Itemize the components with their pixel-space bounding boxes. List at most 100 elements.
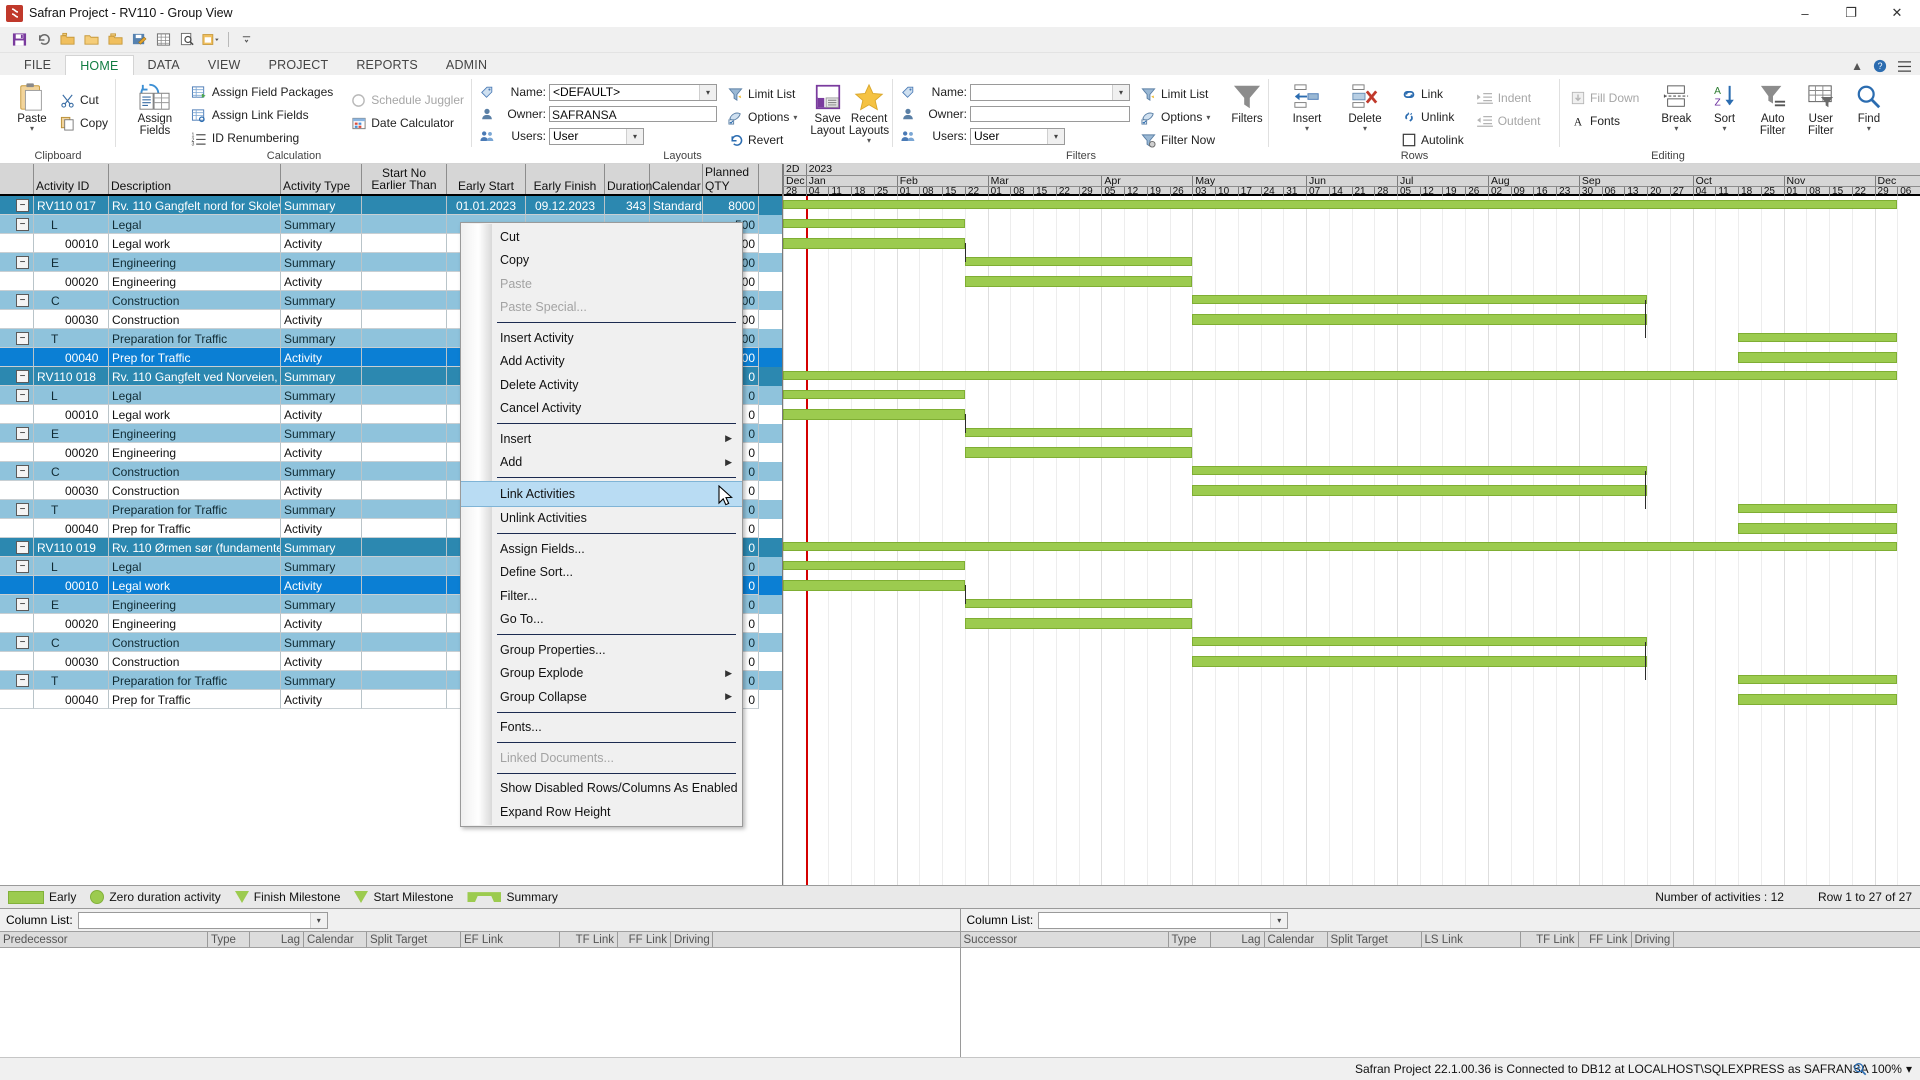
cell-id[interactable]: 00020 (34, 272, 109, 291)
cell-type[interactable]: Summary (281, 424, 362, 443)
cell-exp[interactable]: − (0, 196, 34, 215)
cell-exp[interactable] (0, 405, 34, 424)
recent-layouts-button[interactable]: Recent Layouts ▾ (847, 79, 891, 147)
gantt-bar[interactable] (964, 599, 1193, 608)
recent-layouts-caret[interactable]: ▾ (867, 137, 871, 145)
predecessor-table-body[interactable] (0, 948, 960, 1057)
cell-snet[interactable] (362, 348, 447, 367)
collapse-expander-icon[interactable]: − (16, 465, 29, 478)
cell-snet[interactable] (362, 329, 447, 348)
cell-id[interactable]: RV110 017 (34, 196, 109, 215)
predecessor-header-ff-link[interactable]: FF Link (618, 932, 671, 948)
cell-type[interactable]: Activity (281, 443, 362, 462)
menu-item-link-activities[interactable]: Link Activities (461, 481, 742, 507)
column-header-dur[interactable]: Duration (605, 164, 652, 194)
cell-snet[interactable] (362, 614, 447, 633)
collapse-expander-icon[interactable]: − (16, 636, 29, 649)
cell-type[interactable]: Summary (281, 462, 362, 481)
collapse-expander-icon[interactable]: − (16, 541, 29, 554)
cell-id[interactable]: 00040 (34, 690, 109, 709)
menu-item-expand-row-height[interactable]: Expand Row Height (461, 800, 742, 824)
filter-owner-input[interactable] (970, 106, 1130, 122)
cell-exp[interactable] (0, 481, 34, 500)
cell-id[interactable]: C (34, 633, 109, 652)
cell-type[interactable]: Summary (281, 215, 362, 234)
export-icon[interactable] (200, 29, 222, 50)
layouts-options-button[interactable]: Options ▾ (725, 106, 802, 128)
insert-caret[interactable]: ▾ (1305, 125, 1309, 133)
cell-snet[interactable] (362, 196, 447, 215)
delete-caret[interactable]: ▾ (1363, 125, 1367, 133)
table-icon[interactable] (152, 29, 174, 50)
cell-id[interactable]: 00030 (34, 481, 109, 500)
cell-desc[interactable]: Legal work (109, 576, 281, 595)
menu-item-group-collapse[interactable]: Group Collapse ▶ (461, 685, 742, 709)
cell-desc[interactable]: Construction (109, 652, 281, 671)
cell-exp[interactable] (0, 690, 34, 709)
layouts-limit-list-button[interactable]: Limit List (725, 83, 802, 105)
cell-desc[interactable]: Legal (109, 386, 281, 405)
tab-project[interactable]: PROJECT (255, 55, 343, 75)
chevron-down-icon[interactable]: ▾ (1270, 912, 1288, 928)
cell-exp[interactable]: − (0, 557, 34, 576)
cell-snet[interactable] (362, 557, 447, 576)
column-header-type[interactable]: Activity Type (281, 164, 362, 194)
zoom-caret[interactable]: ▾ (1906, 1062, 1912, 1076)
cell-desc[interactable]: Rv. 110 Gangfelt ved Norveien, Kar (109, 367, 281, 386)
cell-id[interactable]: T (34, 329, 109, 348)
predecessor-header-split-target[interactable]: Split Target (367, 932, 461, 948)
qat-more-icon[interactable] (235, 29, 257, 50)
menu-item-cut[interactable]: Cut (461, 225, 742, 249)
gantt-bar[interactable] (783, 542, 1898, 551)
tab-admin[interactable]: ADMIN (432, 55, 501, 75)
cell-snet[interactable] (362, 386, 447, 405)
cell-exp[interactable] (0, 652, 34, 671)
gantt-bar[interactable] (1192, 656, 1648, 667)
cell-id[interactable]: 00020 (34, 443, 109, 462)
cell-exp[interactable]: − (0, 538, 34, 557)
sort-caret[interactable]: ▾ (1723, 125, 1727, 133)
cell-desc[interactable]: Legal (109, 557, 281, 576)
gantt-bar[interactable] (964, 257, 1193, 266)
column-header-qty[interactable]: Planned QTY (703, 164, 759, 194)
cell-type[interactable]: Summary (281, 538, 362, 557)
menu-icon[interactable] (1897, 60, 1912, 73)
filter-users-combo[interactable]: User ▾ (970, 127, 1065, 145)
gantt-bar[interactable] (783, 390, 965, 399)
tab-view[interactable]: VIEW (194, 55, 255, 75)
cell-type[interactable]: Summary (281, 196, 362, 215)
cell-snet[interactable] (362, 234, 447, 253)
collapse-expander-icon[interactable]: − (16, 256, 29, 269)
cell-exp[interactable] (0, 310, 34, 329)
cell-desc[interactable]: Legal work (109, 234, 281, 253)
cell-id[interactable]: 00030 (34, 310, 109, 329)
gantt-bar[interactable] (783, 238, 965, 249)
cell-type[interactable]: Summary (281, 500, 362, 519)
copy-button[interactable]: Copy (57, 112, 113, 134)
zoom-control[interactable]: 100% ▾ (1853, 1062, 1912, 1076)
cell-desc[interactable]: Prep for Traffic (109, 690, 281, 709)
cell-exp[interactable]: − (0, 253, 34, 272)
cell-desc[interactable]: Construction (109, 633, 281, 652)
cell-snet[interactable] (362, 291, 447, 310)
menu-item-add-activity[interactable]: Add Activity (461, 350, 742, 374)
gantt-chart[interactable]: 2D 2023 Dec Jan Feb Mar Apr May Jun Jul Aug Sep Oct… (783, 164, 1920, 886)
cell-desc[interactable]: Engineering (109, 595, 281, 614)
cell-snet[interactable] (362, 215, 447, 234)
cell-snet[interactable] (362, 424, 447, 443)
cell-type[interactable]: Activity (281, 234, 362, 253)
cell-desc[interactable]: Engineering (109, 614, 281, 633)
cell-exp[interactable] (0, 519, 34, 538)
assign-link-fields-button[interactable]: Assign Link Fields (189, 104, 338, 126)
cell-id[interactable]: T (34, 671, 109, 690)
save-layout-button[interactable]: Save Layout (808, 79, 847, 139)
fonts-button[interactable]: A Fonts (1567, 110, 1644, 132)
filters-button[interactable]: Filters (1228, 79, 1266, 127)
cell-exp[interactable]: − (0, 367, 34, 386)
cell-snet[interactable] (362, 576, 447, 595)
gantt-bar[interactable] (964, 618, 1193, 629)
gantt-bar[interactable] (964, 447, 1193, 458)
cell-snet[interactable] (362, 538, 447, 557)
unlink-button[interactable]: Unlink (1398, 106, 1469, 128)
cell-snet[interactable] (362, 481, 447, 500)
